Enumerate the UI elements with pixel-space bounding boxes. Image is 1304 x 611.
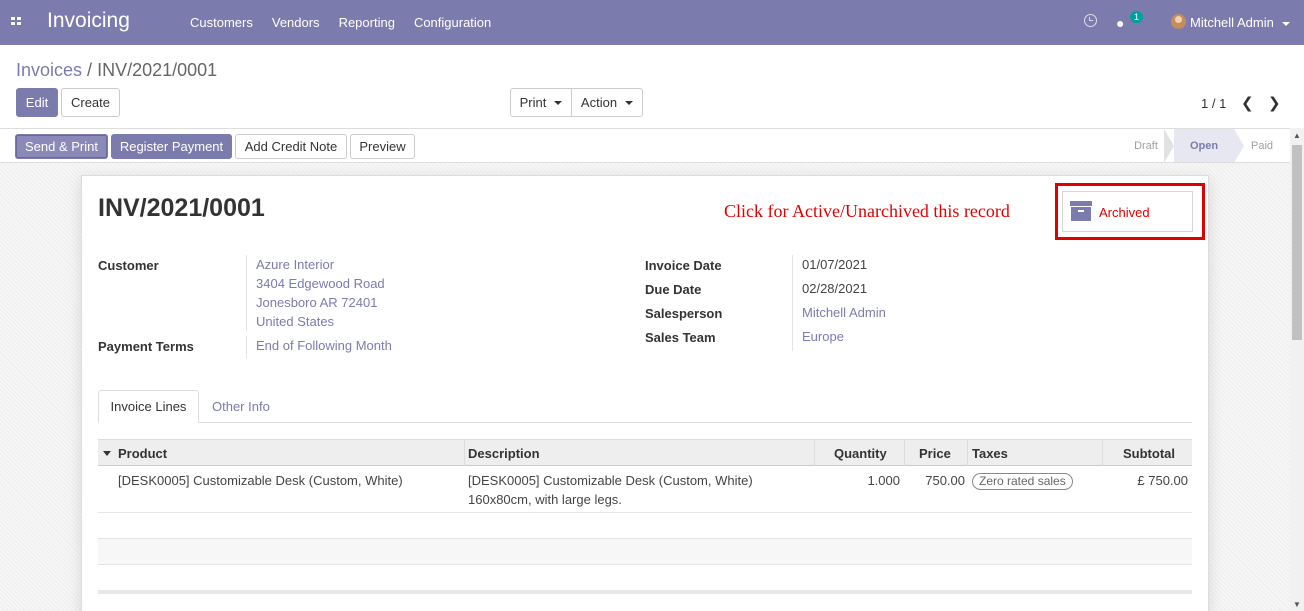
invoice-date-field[interactable]: 01/07/2021: [802, 255, 867, 274]
sales-team-label: Sales Team: [645, 330, 716, 345]
statusbar: Send & Print Register Payment Add Credit…: [0, 128, 1290, 163]
scrollbar-thumb[interactable]: [1292, 145, 1302, 340]
column-quantity[interactable]: Quantity: [834, 446, 887, 461]
cell-subtotal: £ 750.00: [1137, 473, 1188, 488]
table-footer: [98, 590, 1192, 594]
stage-open[interactable]: Open: [1174, 129, 1234, 162]
preview-button[interactable]: Preview: [350, 134, 415, 159]
due-date-label: Due Date: [645, 282, 702, 297]
menu-item-reporting[interactable]: Reporting: [339, 15, 395, 30]
description-line-2: 160x80cm, with large legs.: [468, 492, 622, 507]
customer-name[interactable]: Azure Interior: [256, 255, 385, 274]
breadcrumb-current: INV/2021/0001: [97, 60, 218, 80]
column-separator: [814, 440, 815, 466]
field-separator: [246, 336, 247, 358]
cell-quantity[interactable]: 1.000: [835, 471, 900, 490]
column-separator: [967, 440, 968, 466]
menu-item-customers[interactable]: Customers: [190, 15, 253, 30]
chat-count-badge: 1: [1130, 11, 1144, 23]
tabs-divider: [98, 422, 1192, 423]
column-separator: [1102, 440, 1103, 466]
tab-invoice-lines[interactable]: Invoice Lines: [98, 390, 199, 423]
user-avatar[interactable]: [1171, 14, 1186, 29]
apps-menu-icon[interactable]: [11, 17, 23, 27]
action-label: Action: [580, 95, 618, 110]
user-menu[interactable]: Mitchell Admin: [1190, 15, 1290, 30]
register-payment-button[interactable]: Register Payment: [111, 134, 232, 159]
chat-icon[interactable]: ●: [1116, 15, 1124, 31]
field-separator: [246, 255, 247, 331]
stage-paid[interactable]: Paid: [1244, 129, 1280, 162]
column-price[interactable]: Price: [919, 446, 951, 461]
pager-value[interactable]: 1 / 1: [1201, 96, 1226, 111]
stage-separator: [1164, 129, 1174, 163]
due-date-field[interactable]: 02/28/2021: [802, 279, 867, 298]
user-name: Mitchell Admin: [1190, 15, 1274, 30]
column-product[interactable]: Product: [118, 446, 167, 461]
chevron-left-icon[interactable]: ❮: [1241, 94, 1254, 112]
clock-icon[interactable]: [1084, 14, 1097, 27]
breadcrumb: Invoices / INV/2021/0001: [16, 60, 217, 81]
main-menu: Customers Vendors Reporting Configuratio…: [190, 15, 510, 30]
column-separator: [464, 440, 465, 466]
chevron-down-icon: [1281, 21, 1290, 26]
archive-icon: [1070, 201, 1092, 221]
description-line-1: [DESK0005] Customizable Desk (Custom, Wh…: [468, 473, 753, 488]
action-dropdown[interactable]: Action: [571, 88, 643, 117]
scroll-up-icon[interactable]: ▲: [1293, 131, 1301, 140]
top-navbar: Invoicing Customers Vendors Reporting Co…: [0, 0, 1304, 45]
table-header: Product Description Quantity Price Taxes…: [98, 439, 1192, 466]
breadcrumb-invoices[interactable]: Invoices: [16, 60, 82, 80]
menu-item-configuration[interactable]: Configuration: [414, 15, 491, 30]
chevron-right-icon[interactable]: ❯: [1268, 94, 1281, 112]
print-dropdown[interactable]: Print: [510, 88, 572, 117]
column-subtotal[interactable]: Subtotal: [1123, 446, 1175, 461]
sales-team-field[interactable]: Europe: [802, 327, 844, 346]
app-name[interactable]: Invoicing: [47, 9, 130, 33]
invoice-date-label: Invoice Date: [645, 258, 722, 273]
chevron-down-icon: [625, 100, 634, 105]
payment-terms-label: Payment Terms: [98, 339, 194, 354]
stage-separator: [1234, 129, 1244, 163]
customer-field[interactable]: Azure Interior 3404 Edgewood Road Jonesb…: [256, 255, 385, 331]
edit-button[interactable]: Edit: [16, 88, 58, 117]
breadcrumb-separator: /: [82, 60, 98, 80]
empty-row: [98, 539, 1192, 564]
archived-label[interactable]: Archived: [1099, 205, 1150, 220]
customer-country: United States: [256, 314, 335, 329]
payment-terms-field[interactable]: End of Following Month: [256, 336, 392, 355]
cell-price[interactable]: 750.00: [910, 471, 965, 490]
cell-product[interactable]: [DESK0005] Customizable Desk (Custom, Wh…: [118, 471, 403, 490]
cell-description[interactable]: [DESK0005] Customizable Desk (Custom, Wh…: [468, 471, 753, 509]
field-separator: [792, 255, 793, 351]
row-divider: [98, 564, 1192, 565]
tab-other-info[interactable]: Other Info: [212, 399, 270, 414]
customer-label: Customer: [98, 258, 159, 273]
column-description[interactable]: Description: [468, 446, 540, 461]
column-taxes[interactable]: Taxes: [972, 446, 1008, 461]
send-print-button[interactable]: Send & Print: [15, 134, 108, 159]
customer-street: 3404 Edgewood Road: [256, 276, 385, 291]
customer-city: Jonesboro AR 72401: [256, 295, 378, 310]
invoice-title: INV/2021/0001: [98, 194, 265, 222]
row-divider: [98, 512, 1192, 513]
create-button[interactable]: Create: [61, 88, 120, 117]
salesperson-field[interactable]: Mitchell Admin: [802, 303, 886, 322]
tax-badge[interactable]: Zero rated sales: [972, 473, 1073, 490]
print-label: Print: [519, 95, 547, 110]
add-credit-note-button[interactable]: Add Credit Note: [235, 134, 347, 159]
chevron-down-icon: [554, 100, 563, 105]
annotation-note: Click for Active/Unarchived this record: [724, 201, 1010, 221]
menu-item-vendors[interactable]: Vendors: [272, 15, 320, 30]
sort-caret-icon[interactable]: [103, 451, 111, 456]
column-separator: [904, 440, 905, 466]
scroll-down-icon[interactable]: ▼: [1293, 600, 1301, 609]
salesperson-label: Salesperson: [645, 306, 723, 321]
